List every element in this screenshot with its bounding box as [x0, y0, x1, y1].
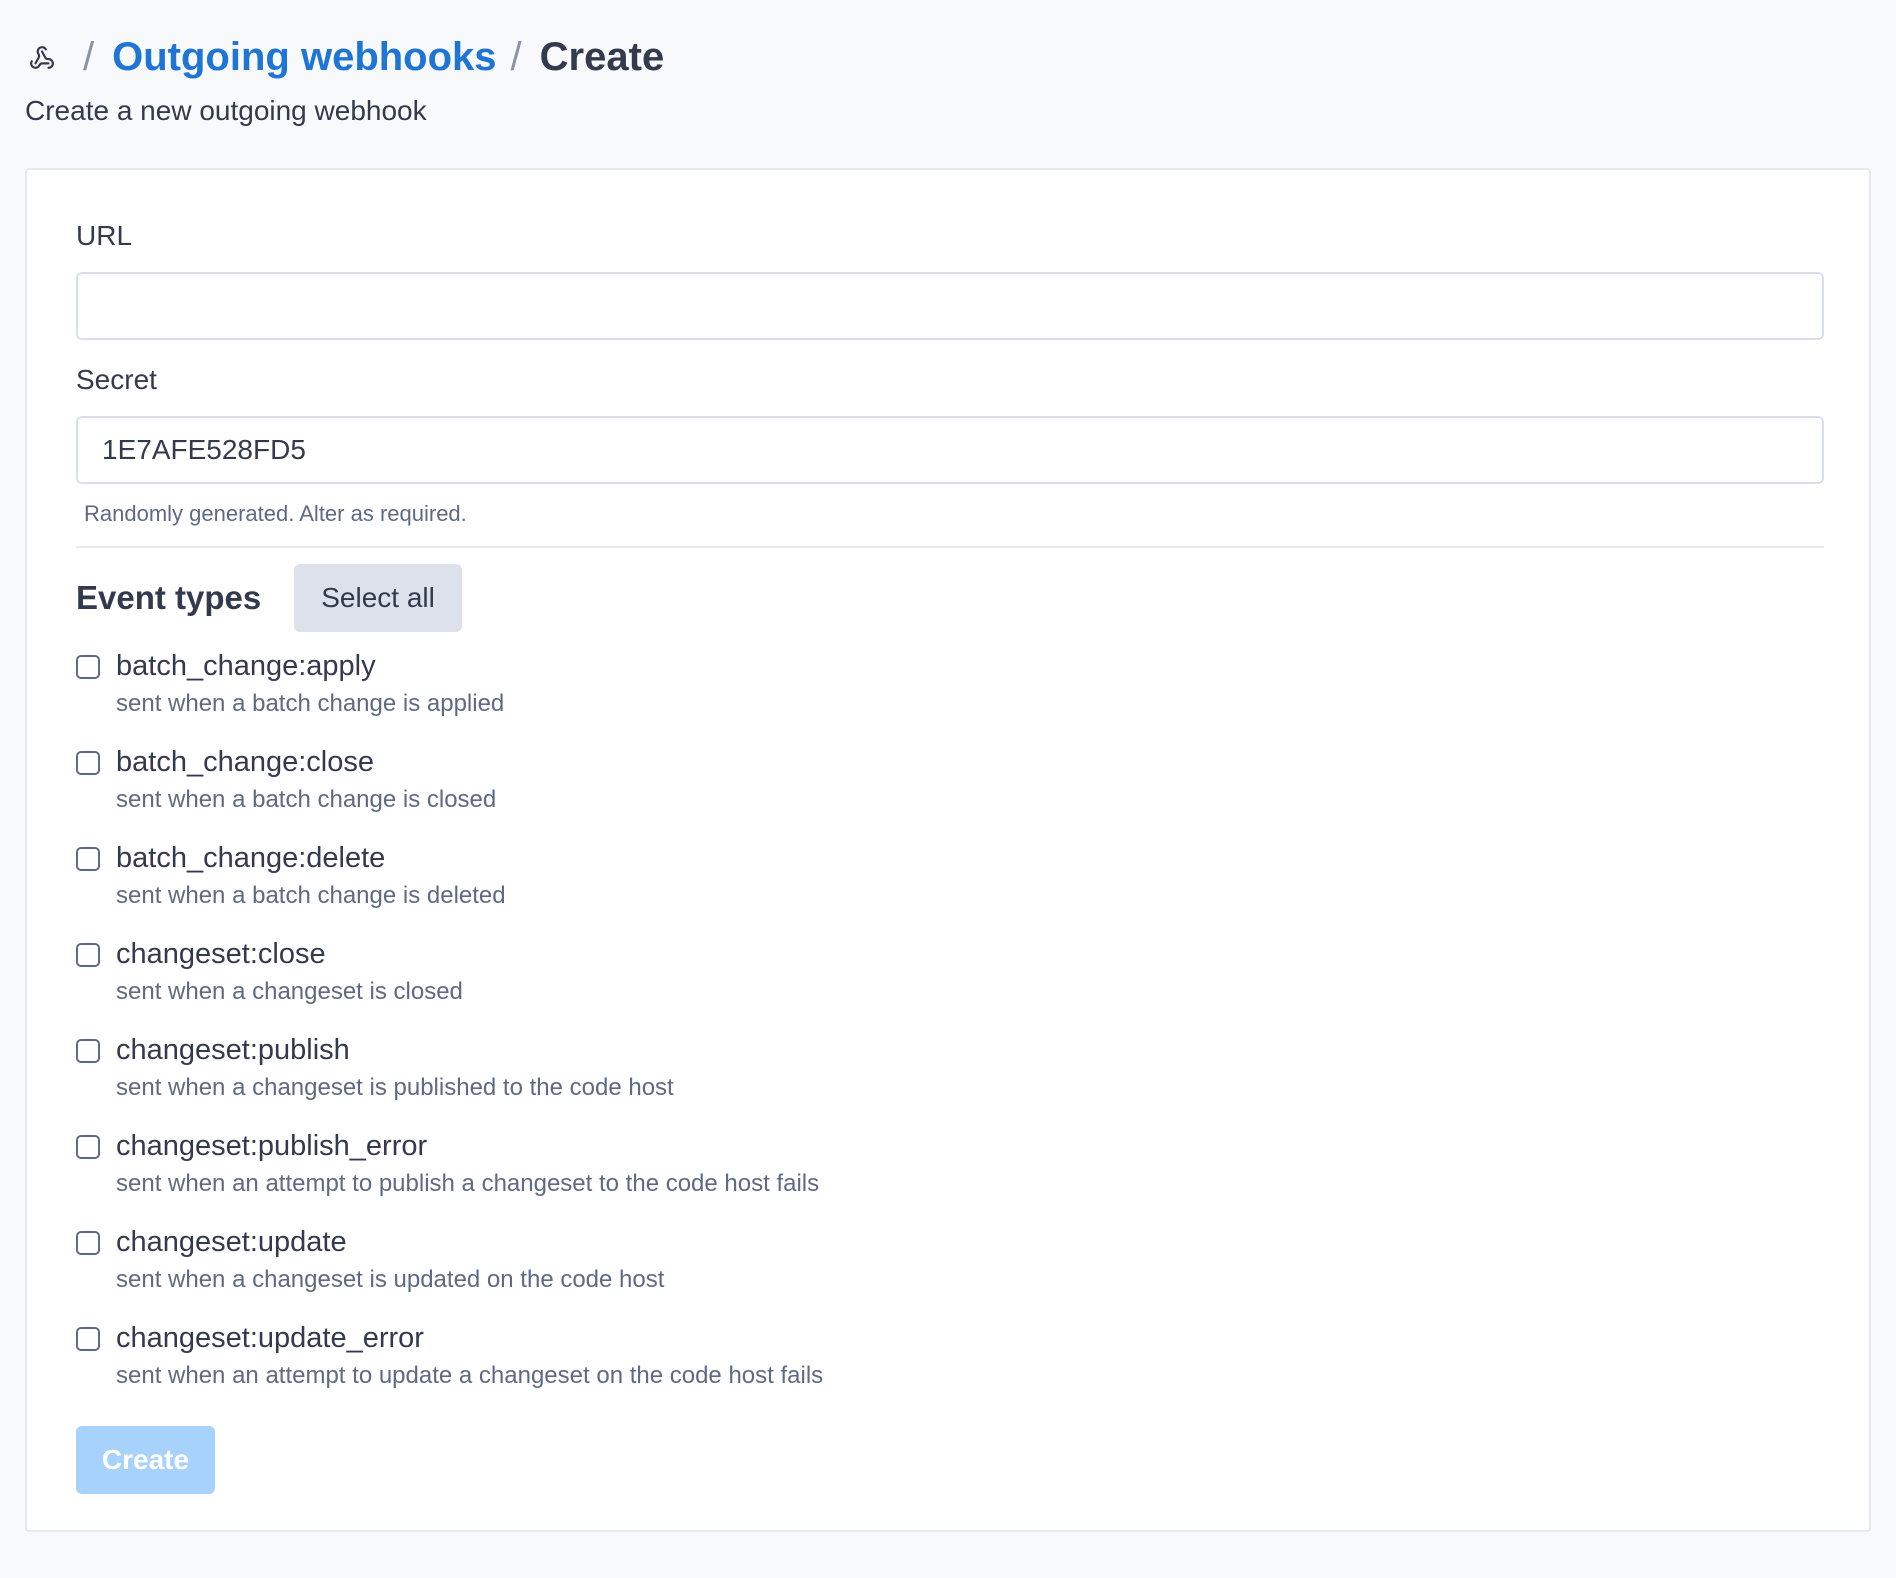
- webhook-form: URL Secret Randomly generated. Alter as …: [76, 216, 1824, 1494]
- event-type-name[interactable]: batch_change:delete: [116, 836, 385, 880]
- webhooks-icon: [27, 43, 57, 73]
- event-type-description: sent when a batch change is deleted: [116, 882, 506, 909]
- event-type-name[interactable]: changeset:publish_error: [116, 1124, 427, 1168]
- secret-label: Secret: [76, 364, 157, 395]
- page-subtitle: Create a new outgoing webhook: [25, 95, 427, 126]
- event-types-header: Event types Select all: [76, 564, 1824, 632]
- url-input[interactable]: [76, 272, 1824, 340]
- event-checkbox[interactable]: [76, 1039, 100, 1063]
- event-type-item[interactable]: batch_change:apply sent when a batch cha…: [76, 644, 1824, 740]
- create-button[interactable]: Create: [76, 1426, 215, 1494]
- event-type-item[interactable]: changeset:update sent when a changeset i…: [76, 1220, 1824, 1316]
- event-type-description: sent when a changeset is updated on the …: [116, 1266, 665, 1293]
- event-type-description: sent when a batch change is applied: [116, 690, 505, 717]
- event-type-description: sent when a changeset is published to th…: [116, 1074, 674, 1101]
- form-card: URL Secret Randomly generated. Alter as …: [25, 168, 1871, 1532]
- event-type-description: sent when an attempt to publish a change…: [116, 1170, 820, 1197]
- event-checkbox[interactable]: [76, 847, 100, 871]
- event-type-description: sent when a changeset is closed: [116, 978, 463, 1005]
- secret-help-text: Randomly generated. Alter as required.: [84, 501, 467, 526]
- event-checkbox[interactable]: [76, 1135, 100, 1159]
- event-type-description: sent when an attempt to update a changes…: [116, 1362, 824, 1389]
- breadcrumb-outgoing-webhooks-link[interactable]: Outgoing webhooks: [112, 30, 496, 85]
- event-types-title: Event types: [76, 579, 262, 616]
- event-type-name[interactable]: changeset:update: [116, 1220, 347, 1264]
- breadcrumb: / Outgoing webhooks / Create: [25, 30, 1873, 85]
- event-type-name[interactable]: batch_change:apply: [116, 644, 376, 688]
- event-type-item[interactable]: changeset:publish sent when a changeset …: [76, 1028, 1824, 1124]
- event-type-item[interactable]: batch_change:close sent when a batch cha…: [76, 740, 1824, 836]
- secret-input[interactable]: [76, 416, 1824, 484]
- breadcrumb-separator: /: [83, 35, 95, 79]
- event-type-item[interactable]: batch_change:delete sent when a batch ch…: [76, 836, 1824, 932]
- event-type-name[interactable]: changeset:publish: [116, 1028, 350, 1072]
- event-type-list: batch_change:apply sent when a batch cha…: [76, 644, 1824, 1412]
- event-type-description: sent when a batch change is closed: [116, 786, 497, 813]
- event-checkbox[interactable]: [76, 655, 100, 679]
- event-type-name[interactable]: changeset:update_error: [116, 1316, 424, 1360]
- page-title: Create: [539, 35, 665, 79]
- event-type-item[interactable]: changeset:publish_error sent when an att…: [76, 1124, 1824, 1220]
- event-type-name[interactable]: batch_change:close: [116, 740, 374, 784]
- event-checkbox[interactable]: [76, 1327, 100, 1351]
- event-type-name[interactable]: changeset:close: [116, 932, 326, 976]
- breadcrumb-separator: /: [510, 35, 522, 79]
- event-checkbox[interactable]: [76, 1231, 100, 1255]
- page: / Outgoing webhooks / Create Create a ne…: [25, 30, 1873, 1532]
- url-label: URL: [76, 220, 133, 251]
- divider: [76, 546, 1824, 548]
- event-type-item[interactable]: changeset:close sent when a changeset is…: [76, 932, 1824, 1028]
- event-checkbox[interactable]: [76, 751, 100, 775]
- event-type-item[interactable]: changeset:update_error sent when an atte…: [76, 1316, 1824, 1412]
- event-checkbox[interactable]: [76, 943, 100, 967]
- select-all-button[interactable]: Select all: [294, 564, 462, 632]
